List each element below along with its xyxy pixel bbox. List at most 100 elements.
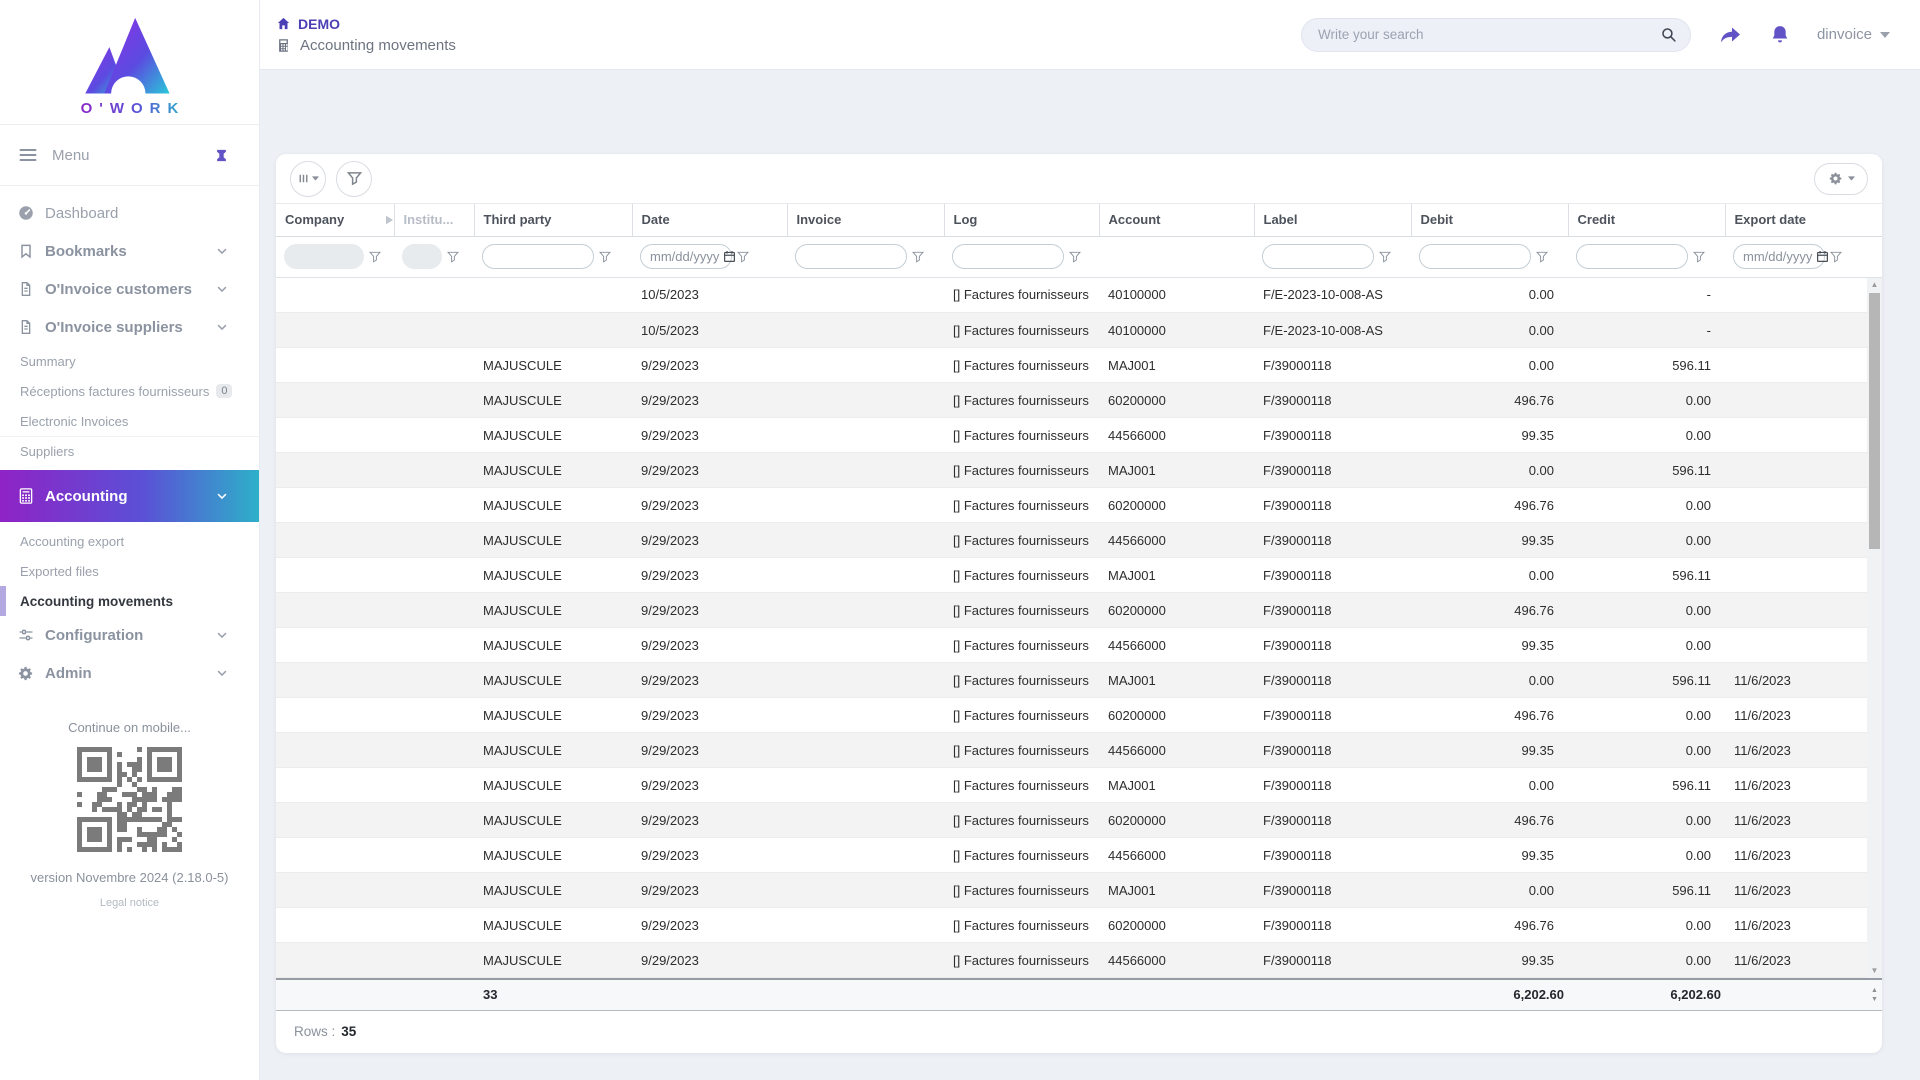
cell-debit: 0.00 bbox=[1411, 662, 1568, 698]
column-header-date[interactable]: Date bbox=[631, 204, 787, 236]
breadcrumb: DEMO Accounting movements bbox=[276, 16, 456, 54]
filter-export_date-date-input[interactable]: mm/dd/yyyy bbox=[1733, 244, 1829, 269]
scrollbar-thumb[interactable] bbox=[1869, 292, 1880, 549]
column-header-company[interactable]: Company bbox=[276, 204, 394, 236]
sidebar-item-admin[interactable]: Admin bbox=[0, 654, 259, 692]
share-button[interactable] bbox=[1717, 23, 1743, 47]
table-row[interactable]: MAJUSCULE 9/29/2023 [] Factures fournisseu… bbox=[276, 382, 1867, 418]
chevron-down-icon bbox=[215, 282, 229, 296]
cell-date: 9/29/2023 bbox=[632, 802, 787, 838]
cell-export_date: 11/6/2023 bbox=[1725, 697, 1867, 733]
sidebar-item-electronic-invoices[interactable]: Electronic Invoices bbox=[0, 406, 259, 436]
cell-third_party: MAJUSCULE bbox=[474, 592, 632, 628]
cell-label: F/39000118 bbox=[1254, 767, 1411, 803]
scroll-down-arrow[interactable]: ▼ bbox=[1867, 964, 1882, 978]
sidebar-item-accounting[interactable]: Accounting bbox=[0, 470, 259, 522]
sidebar-item-exported-files[interactable]: Exported files bbox=[0, 556, 259, 586]
filter-funnel-icon[interactable] bbox=[1536, 251, 1548, 263]
filter-funnel-icon[interactable] bbox=[737, 251, 749, 263]
filter-log-input[interactable] bbox=[952, 244, 1064, 269]
filter-funnel-icon[interactable] bbox=[599, 251, 611, 263]
scroll-up-arrow[interactable]: ▲ bbox=[1867, 278, 1882, 292]
cell-institution bbox=[394, 767, 474, 803]
filter-funnel-icon[interactable] bbox=[1830, 251, 1842, 263]
filter-date-date-input[interactable]: mm/dd/yyyy bbox=[640, 244, 736, 269]
table-row[interactable]: MAJUSCULE 9/29/2023 [] Factures fournisseu… bbox=[276, 907, 1867, 943]
legal-notice-link[interactable]: Legal notice bbox=[100, 897, 159, 909]
filter-funnel-icon[interactable] bbox=[369, 251, 381, 263]
filter-funnel-icon[interactable] bbox=[1069, 251, 1081, 263]
table-row[interactable]: MAJUSCULE 9/29/2023 [] Factures fournisseu… bbox=[276, 417, 1867, 453]
filter-label-input[interactable] bbox=[1262, 244, 1374, 269]
sidebar-item-suppliers[interactable]: Suppliers bbox=[0, 436, 259, 466]
user-menu[interactable]: dinvoice bbox=[1817, 26, 1890, 43]
column-header-invoice[interactable]: Invoice bbox=[786, 204, 944, 236]
table-row[interactable]: MAJUSCULE 9/29/2023 [] Factures fournisseu… bbox=[276, 732, 1867, 768]
search-icon[interactable] bbox=[1660, 26, 1677, 43]
column-expander-icon[interactable] bbox=[385, 215, 393, 225]
cell-company bbox=[276, 697, 394, 733]
sidebar-item-accounting-export[interactable]: Accounting export bbox=[0, 526, 259, 556]
breadcrumb-root[interactable]: DEMO bbox=[276, 16, 456, 32]
table-row[interactable]: MAJUSCULE 9/29/2023 [] Factures fournisseu… bbox=[276, 557, 1867, 593]
filter-funnel-icon[interactable] bbox=[447, 251, 459, 263]
filter-third_party-input[interactable] bbox=[482, 244, 594, 269]
sidebar-item-oinvoice-customers[interactable]: O'Invoice customers bbox=[0, 270, 259, 308]
column-header-credit[interactable]: Credit bbox=[1567, 204, 1725, 236]
search-input[interactable] bbox=[1317, 27, 1660, 42]
hamburger-icon[interactable] bbox=[18, 145, 38, 165]
column-header-log[interactable]: Log bbox=[943, 204, 1099, 236]
sidebar-item-dashboard[interactable]: Dashboard bbox=[0, 194, 259, 232]
vertical-scrollbar[interactable]: ▲ ▼ bbox=[1867, 277, 1882, 978]
table-row[interactable]: MAJUSCULE 9/29/2023 [] Factures fournisseu… bbox=[276, 522, 1867, 558]
table-row[interactable]: MAJUSCULE 9/29/2023 [] Factures fournisseu… bbox=[276, 872, 1867, 908]
column-header-account[interactable]: Account bbox=[1098, 204, 1254, 236]
totals-scroll-arrows[interactable]: ▲ ▼ bbox=[1867, 978, 1882, 1011]
column-header-label: Log bbox=[953, 212, 978, 228]
table-row[interactable]: 10/5/2023 [] Factures fournisseurs 4010000… bbox=[276, 312, 1867, 348]
table-row[interactable]: MAJUSCULE 9/29/2023 [] Factures fournisseu… bbox=[276, 592, 1867, 628]
table-row[interactable]: MAJUSCULE 9/29/2023 [] Factures fournisseu… bbox=[276, 487, 1867, 523]
column-header-third_party[interactable]: Third party bbox=[473, 204, 632, 236]
total-credit: 6,202.60 bbox=[1568, 978, 1725, 1011]
column-header-label[interactable]: Label bbox=[1253, 204, 1411, 236]
settings-button[interactable] bbox=[1814, 162, 1868, 195]
sidebar-item-receptions-factures-fournisseurs[interactable]: Réceptions factures fournisseurs 0 bbox=[0, 376, 259, 406]
cell-date: 9/29/2023 bbox=[632, 662, 787, 698]
column-header-institution[interactable]: Institu... bbox=[393, 204, 474, 236]
notifications-button[interactable] bbox=[1769, 23, 1791, 46]
table-row[interactable]: MAJUSCULE 9/29/2023 [] Factures fournisseu… bbox=[276, 942, 1867, 978]
table-row[interactable]: MAJUSCULE 9/29/2023 [] Factures fournisseu… bbox=[276, 452, 1867, 488]
table-row[interactable]: MAJUSCULE 9/29/2023 [] Factures fournisseu… bbox=[276, 627, 1867, 663]
mini-down-arrow[interactable]: ▼ bbox=[1871, 996, 1878, 1003]
table-row[interactable]: MAJUSCULE 9/29/2023 [] Factures fournisseu… bbox=[276, 662, 1867, 698]
table-row[interactable]: MAJUSCULE 9/29/2023 [] Factures fournisseu… bbox=[276, 802, 1867, 838]
table-row[interactable]: MAJUSCULE 9/29/2023 [] Factures fournisseu… bbox=[276, 837, 1867, 873]
sidebar-item-oinvoice-suppliers[interactable]: O'Invoice suppliers bbox=[0, 308, 259, 346]
table-row[interactable]: MAJUSCULE 9/29/2023 [] Factures fournisseu… bbox=[276, 767, 1867, 803]
mini-up-arrow[interactable]: ▲ bbox=[1871, 987, 1878, 994]
sidebar-item-accounting-movements[interactable]: Accounting movements bbox=[0, 586, 259, 616]
table-row[interactable]: 10/5/2023 [] Factures fournisseurs 4010000… bbox=[276, 277, 1867, 313]
filter-funnel-icon[interactable] bbox=[1693, 251, 1705, 263]
table-row[interactable]: MAJUSCULE 9/29/2023 [] Factures fournisseu… bbox=[276, 697, 1867, 733]
sidebar-item-configuration[interactable]: Configuration bbox=[0, 616, 259, 654]
table-row[interactable]: MAJUSCULE 9/29/2023 [] Factures fournisseu… bbox=[276, 347, 1867, 383]
cell-date: 9/29/2023 bbox=[632, 697, 787, 733]
filter-invoice-input[interactable] bbox=[795, 244, 907, 269]
sidebar-item-summary[interactable]: Summary bbox=[0, 346, 259, 376]
column-header-export_date[interactable]: Export date bbox=[1724, 204, 1882, 236]
cell-log: [] Factures fournisseurs bbox=[944, 732, 1099, 768]
filter-funnel-icon[interactable] bbox=[1379, 251, 1391, 263]
cell-institution bbox=[394, 697, 474, 733]
cell-third_party: MAJUSCULE bbox=[474, 627, 632, 663]
sidebar-item-bookmarks[interactable]: Bookmarks bbox=[0, 232, 259, 270]
filter-debit-input[interactable] bbox=[1419, 244, 1531, 269]
filter-funnel-icon[interactable] bbox=[912, 251, 924, 263]
pin-icon[interactable] bbox=[214, 148, 229, 163]
columns-button[interactable] bbox=[290, 160, 326, 197]
filter-button[interactable] bbox=[336, 160, 372, 197]
cell-log: [] Factures fournisseurs bbox=[944, 592, 1099, 628]
filter-credit-input[interactable] bbox=[1576, 244, 1688, 269]
column-header-debit[interactable]: Debit bbox=[1410, 204, 1568, 236]
